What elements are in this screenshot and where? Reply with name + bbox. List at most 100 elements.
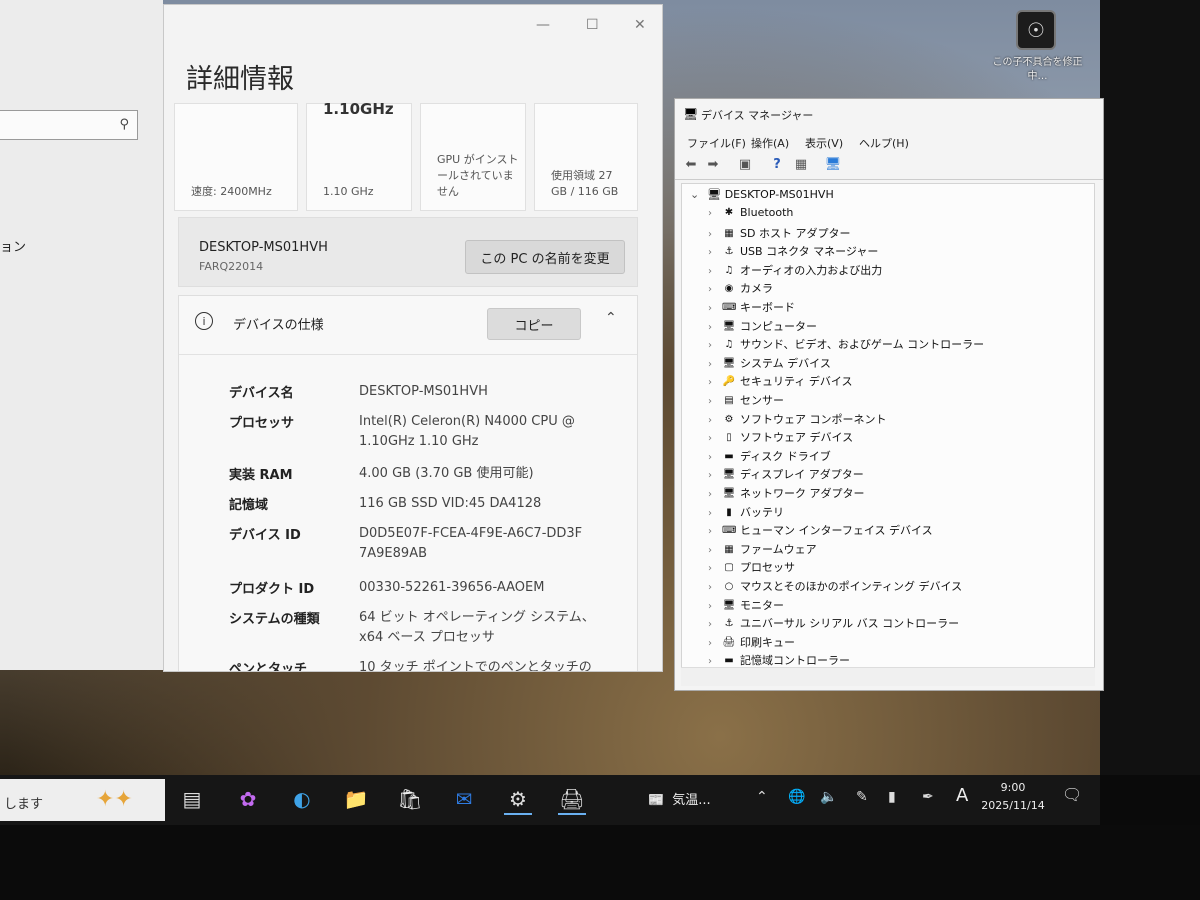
chevron-right-icon[interactable]: › [708, 601, 720, 612]
tree-item-processors[interactable]: › ▢ プロセッサ [708, 559, 795, 577]
chevron-right-icon[interactable]: › [708, 526, 720, 537]
chevron-right-icon[interactable]: › [708, 656, 720, 667]
properties-icon[interactable]: ▣ [735, 157, 755, 175]
edge-browser-icon[interactable]: ◐ [288, 785, 316, 813]
chevron-right-icon[interactable]: › [708, 508, 720, 519]
tree-item-display-adapters[interactable]: › 🖥 ディスプレイ アダプター [708, 466, 864, 484]
menu-action[interactable]: 操作(A) [751, 135, 789, 151]
chevron-right-icon[interactable]: › [708, 340, 720, 351]
store-icon[interactable]: 🛍 [396, 785, 424, 813]
task-view-icon[interactable]: ▤ [178, 785, 206, 813]
ime-indicator[interactable]: A [956, 785, 968, 806]
spec-card-gpu: GPU がインストールされていません [420, 103, 526, 211]
copy-button[interactable]: コピー [487, 308, 581, 340]
taskbar-search-box[interactable]: します ✦✦ [0, 779, 165, 821]
tree-root[interactable]: ⌄ 🖥 DESKTOP-MS01HVH [690, 188, 834, 201]
tree-item-sensors[interactable]: › ▤ センサー [708, 392, 784, 410]
menu-file[interactable]: ファイル(F) [687, 135, 746, 151]
copilot-sparkle-icon: ✦✦ [96, 787, 133, 812]
tree-item-battery[interactable]: › ▮ バッテリ [708, 504, 784, 522]
device-manager-taskbar-icon[interactable]: 🖨 [558, 785, 586, 815]
chevron-right-icon[interactable]: › [708, 266, 720, 277]
weather-widget[interactable]: 📰 気温... [648, 789, 711, 808]
chevron-right-icon[interactable]: › [708, 415, 720, 426]
settings-search-input[interactable]: ⚲ [0, 110, 138, 140]
chevron-right-icon[interactable]: › [708, 545, 720, 556]
pen-tablet-icon[interactable]: ✎ [856, 789, 868, 805]
chevron-right-icon[interactable]: › [708, 247, 720, 258]
device-manager-titlebar[interactable]: 🖥 デバイス マネージャー [675, 99, 1103, 127]
tree-item-audio-io[interactable]: › ♫ オーディオの入力および出力 [708, 262, 882, 280]
chevron-right-icon[interactable]: › [708, 433, 720, 444]
chevron-up-icon[interactable]: ⌃ [756, 789, 768, 805]
tree-item-bluetooth[interactable]: › ✱ Bluetooth [708, 206, 793, 224]
desktop-shortcut-label: この子不具合を修正中… [992, 57, 1083, 82]
notification-icon[interactable]: 🗨 [1062, 785, 1082, 804]
chevron-right-icon[interactable]: › [708, 582, 720, 593]
tree-item-print-queue[interactable]: › 🖨 印刷キュー [708, 634, 795, 652]
outlook-icon[interactable]: ✉ [450, 785, 478, 813]
tree-item-hid[interactable]: › ⌨ ヒューマン インターフェイス デバイス [708, 522, 933, 540]
chevron-up-icon[interactable]: ⌃ [605, 310, 617, 326]
chevron-right-icon[interactable]: › [708, 377, 720, 388]
tree-item-camera[interactable]: › ◉ カメラ [708, 280, 773, 298]
info-icon: i [195, 312, 213, 330]
device-icon: ✱ [724, 207, 734, 218]
settings-gear-icon[interactable]: ⚙ [504, 785, 532, 815]
chevron-right-icon[interactable]: › [708, 284, 720, 295]
file-explorer-icon[interactable]: 📁 [342, 785, 370, 813]
menu-view[interactable]: 表示(V) [805, 135, 843, 151]
tree-item-software-devices[interactable]: › ▯ ソフトウェア デバイス [708, 429, 853, 447]
chevron-right-icon[interactable]: › [708, 470, 720, 481]
tree-item-disk-drives[interactable]: › ▬ ディスク ドライブ [708, 448, 831, 466]
tree-item-monitors[interactable]: › 🖥 モニター [708, 597, 784, 615]
menu-help[interactable]: ヘルプ(H) [859, 135, 909, 151]
tree-item-firmware[interactable]: › ▦ ファームウェア [708, 541, 817, 559]
tree-item-sd-host[interactable]: › ▦ SD ホスト アダプター [708, 225, 850, 243]
chevron-right-icon[interactable]: › [708, 638, 720, 649]
forward-arrow-icon[interactable]: ➡ [703, 157, 723, 175]
chevron-right-icon[interactable]: › [708, 396, 720, 407]
copilot-icon[interactable]: ✿ [234, 785, 262, 813]
tree-item-network-adapters[interactable]: › 🖥 ネットワーク アダプター [708, 485, 865, 503]
chevron-right-icon[interactable]: › [708, 359, 720, 370]
close-icon[interactable]: ✕ [634, 17, 646, 33]
computer-icon: 🖥 [707, 188, 722, 201]
tree-item-system-devices[interactable]: › 🖥 システム デバイス [708, 355, 831, 373]
view-icon[interactable]: ▦ [791, 157, 811, 175]
rename-pc-button[interactable]: この PC の名前を変更 [465, 240, 625, 274]
nav-item-fragment[interactable]: ョン [0, 236, 26, 255]
chevron-right-icon[interactable]: › [708, 489, 720, 500]
desktop-shortcut-icon[interactable]: ☉ [1016, 10, 1056, 50]
chevron-right-icon[interactable]: › [708, 322, 720, 333]
chevron-down-icon[interactable]: ⌄ [690, 188, 699, 201]
chevron-right-icon[interactable]: › [708, 303, 720, 314]
device-icon: ▦ [724, 227, 734, 239]
monitor-icon[interactable]: 🖥 [823, 157, 843, 175]
chevron-right-icon[interactable]: › [708, 452, 720, 463]
maximize-icon[interactable]: ☐ [586, 17, 599, 33]
spec-card-storage: 使用領域 27 GB / 116 GB [534, 103, 638, 211]
tree-item-keyboard[interactable]: › ⌨ キーボード [708, 299, 795, 317]
tree-item-computer[interactable]: › 🖥 コンピューター [708, 318, 817, 336]
chevron-right-icon[interactable]: › [708, 619, 720, 630]
device-specs-header[interactable]: i デバイスの仕様 コピー ⌃ [179, 296, 637, 355]
tree-item-mouse[interactable]: › ○ マウスとそのほかのポインティング デバイス [708, 578, 962, 596]
tree-item-usb-connector[interactable]: › ⚓ USB コネクタ マネージャー [708, 243, 878, 261]
tree-item-sound-video-game[interactable]: › ♫ サウンド、ビデオ、およびゲーム コントローラー [708, 336, 984, 354]
pen-icon[interactable]: ✒ [922, 789, 934, 805]
chevron-right-icon[interactable]: › [708, 208, 720, 219]
help-icon[interactable]: ? [767, 157, 787, 175]
horizontal-scrollbar[interactable] [681, 667, 1095, 686]
tree-item-usb-controllers[interactable]: › ⚓ ユニバーサル シリアル バス コントローラー [708, 615, 959, 633]
minimize-icon[interactable]: — [536, 17, 550, 33]
tree-item-software-components[interactable]: › ⚙ ソフトウェア コンポーネント [708, 411, 887, 429]
back-arrow-icon[interactable]: ⬅ [681, 157, 701, 175]
battery-icon[interactable]: ▮ [888, 789, 896, 805]
tree-item-security-devices[interactable]: › 🔑 セキュリティ デバイス [708, 373, 853, 391]
chevron-right-icon[interactable]: › [708, 229, 720, 240]
globe-icon[interactable]: 🌐 [788, 789, 805, 805]
chevron-right-icon[interactable]: › [708, 563, 720, 574]
speaker-icon[interactable]: 🔈 [820, 789, 837, 805]
clock[interactable]: 9:00 2025/11/14 [980, 779, 1046, 815]
